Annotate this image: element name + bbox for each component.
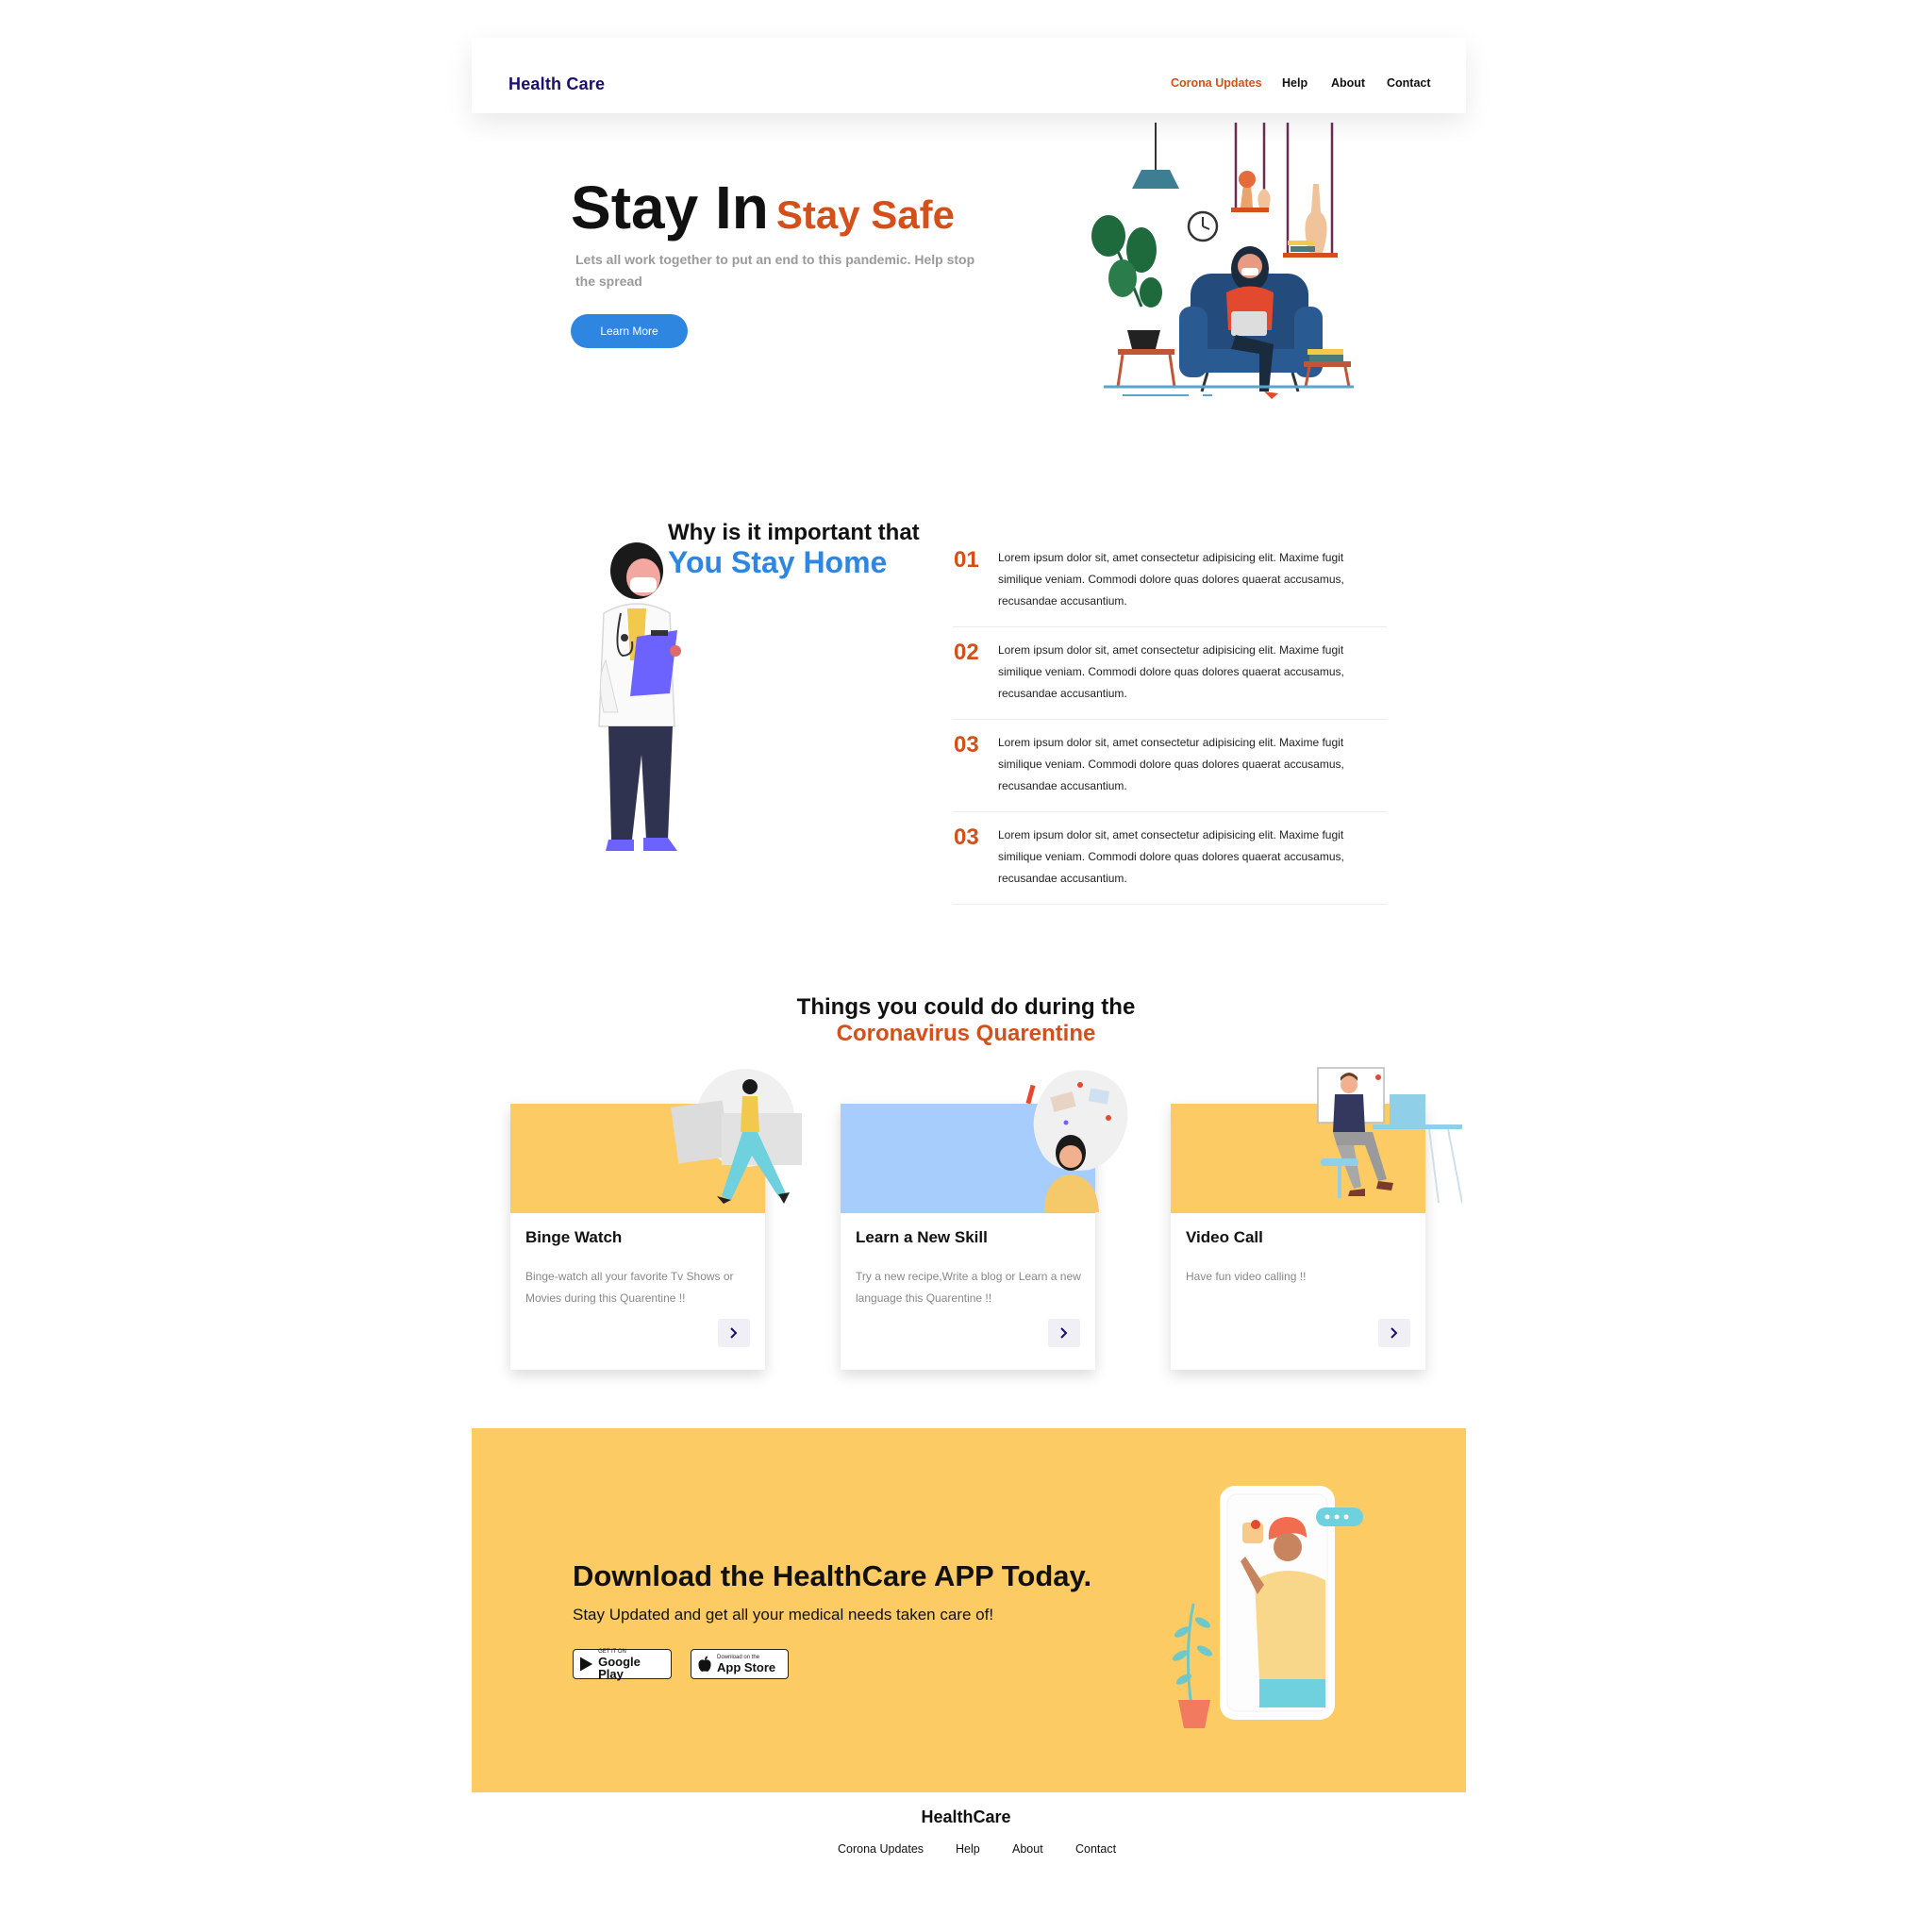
learn-more-button[interactable]: Learn More: [571, 314, 688, 348]
nav-corona-updates[interactable]: Corona Updates: [1171, 76, 1262, 90]
things-title-accent: Coronavirus Quarentine: [836, 1021, 1096, 1046]
binge-watch-illustration: [671, 1069, 802, 1204]
footer-link-corona-updates[interactable]: Corona Updates: [838, 1842, 924, 1856]
hero-title: Stay In Stay Safe: [571, 177, 955, 238]
nav-about[interactable]: About: [1331, 76, 1365, 90]
footer-brand: HealthCare: [921, 1807, 1011, 1826]
hero-title-accent: Stay Safe: [775, 192, 955, 237]
list-item-text: Lorem ipsum dolor sit, amet consectetur …: [998, 551, 1344, 608]
nav-help[interactable]: Help: [1282, 76, 1307, 90]
why-title: Why is it important that: [668, 520, 920, 545]
chevron-right-icon: [1391, 1327, 1398, 1339]
things-title: Things you could do during the: [796, 994, 1136, 1020]
card-text: Try a new recipe,Write a blog or Learn a…: [856, 1270, 1081, 1305]
list-item: 03 Lorem ipsum dolor sit, amet consectet…: [953, 813, 1387, 905]
card-next-button[interactable]: [1378, 1319, 1410, 1347]
chevron-right-icon: [730, 1327, 738, 1339]
list-item: 02 Lorem ipsum dolor sit, amet consectet…: [953, 628, 1387, 720]
app-store-big: App Store: [717, 1660, 776, 1674]
google-play-big: Google Play: [598, 1654, 641, 1681]
list-item-number: 03: [954, 824, 979, 850]
list-item-text: Lorem ipsum dolor sit, amet consectetur …: [998, 828, 1344, 885]
hero-subtitle: Lets all work together to put an end to …: [575, 252, 975, 289]
card-text: Have fun video calling !!: [1186, 1270, 1307, 1283]
download-subtitle: Stay Updated and get all your medical ne…: [573, 1606, 994, 1624]
nav-contact[interactable]: Contact: [1387, 76, 1431, 90]
card-title: Video Call: [1186, 1228, 1263, 1246]
chevron-right-icon: [1060, 1327, 1068, 1339]
footer-link-help[interactable]: Help: [956, 1842, 980, 1856]
footer-link-contact[interactable]: Contact: [1075, 1842, 1116, 1856]
app-store-text: Download on the App Store: [717, 1655, 775, 1674]
card-text: Binge-watch all your favorite Tv Shows o…: [525, 1270, 734, 1305]
play-store-icon: [579, 1657, 593, 1672]
list-item-text: Lorem ipsum dolor sit, amet consectetur …: [998, 736, 1344, 792]
phone-app-illustration: [1172, 1486, 1363, 1728]
list-item: 01 Lorem ipsum dolor sit, amet consectet…: [953, 536, 1387, 627]
app-store-button[interactable]: Download on the App Store: [691, 1649, 789, 1679]
card-title: Learn a New Skill: [856, 1228, 988, 1246]
google-play-button[interactable]: GET IT ON Google Play: [573, 1649, 672, 1680]
list-item-number: 03: [954, 732, 979, 758]
list-item-number: 02: [954, 640, 979, 665]
site-header: [472, 38, 1466, 113]
learn-skill-illustration: [1025, 1070, 1128, 1212]
video-call-illustration: [1317, 1067, 1462, 1204]
card-title: Binge Watch: [525, 1228, 623, 1246]
list-item-number: 01: [954, 547, 979, 573]
doctor-illustration: [598, 542, 681, 851]
card-next-button[interactable]: [718, 1319, 750, 1347]
card-next-button[interactable]: [1048, 1319, 1080, 1347]
list-item-text: Lorem ipsum dolor sit, amet consectetur …: [998, 643, 1344, 700]
footer-link-about[interactable]: About: [1012, 1842, 1043, 1856]
stay-home-illustration: [1091, 123, 1354, 399]
brand-logo[interactable]: Health Care: [508, 75, 605, 94]
hero-title-main: Stay In: [571, 174, 769, 242]
download-title: Download the HealthCare APP Today.: [573, 1559, 1092, 1592]
apple-icon: [698, 1656, 711, 1672]
why-title-accent: You Stay Home: [668, 545, 888, 579]
list-item: 03 Lorem ipsum dolor sit, amet consectet…: [953, 721, 1387, 812]
google-play-text: GET IT ON Google Play: [598, 1649, 665, 1680]
